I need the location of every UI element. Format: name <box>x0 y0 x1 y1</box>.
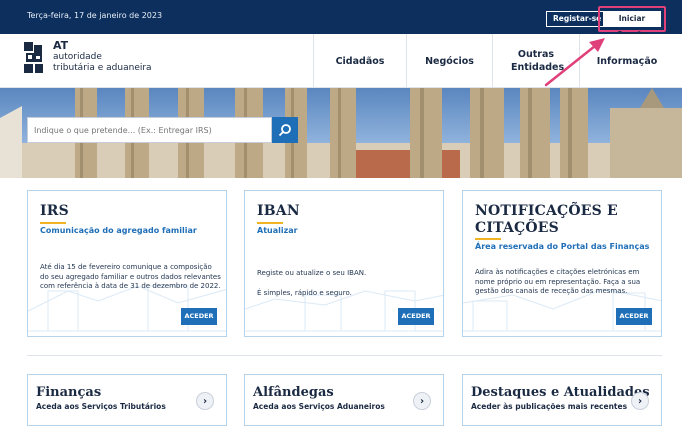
nav-item-outras-entidades[interactable]: Outras Entidades <box>492 34 579 88</box>
search-icon <box>278 124 291 137</box>
card-subtitle[interactable]: Comunicação do agregado familiar <box>40 226 197 235</box>
card-financas[interactable]: Finanças Aceda aos Serviços Tributários … <box>27 374 227 426</box>
card-irs: IRS Comunicação do agregado familiar Até… <box>27 190 227 337</box>
card-title: Destaques e Atualidades <box>471 385 650 400</box>
card-description: Adira às notificações e citações eletrón… <box>475 268 641 296</box>
logo-line-1[interactable]: autoridade <box>53 52 102 62</box>
card-subtitle: Aceda aos Serviços Aduaneiros <box>253 402 385 411</box>
logo-line-2[interactable]: tributária e aduaneira <box>53 63 152 73</box>
nav-label: Cidadãos <box>335 55 385 67</box>
card-subtitle[interactable]: Área reservada do Portal das Finanças <box>475 242 649 251</box>
search-button[interactable] <box>272 117 298 143</box>
card-subtitle: Aceder às publicações mais recentes <box>471 402 628 411</box>
nav-item-negocios[interactable]: Negócios <box>406 34 492 88</box>
nav-label: Informação <box>596 55 658 67</box>
title-underline <box>475 238 501 240</box>
search-input[interactable] <box>28 118 268 143</box>
card-subtitle: Aceda aos Serviços Tributários <box>36 402 166 411</box>
search-box <box>27 117 272 143</box>
title-underline <box>257 222 283 224</box>
card-alfandegas[interactable]: Alfândegas Aceda aos Serviços Aduaneiros… <box>244 374 444 426</box>
card-title: NOTIFICAÇÕES E CITAÇÕES <box>475 203 618 236</box>
aceder-button[interactable]: ACEDER <box>181 308 217 325</box>
aceder-button[interactable]: ACEDER <box>616 308 652 325</box>
title-underline <box>40 222 66 224</box>
card-subtitle[interactable]: Atualizar <box>257 226 298 235</box>
at-logo-icon[interactable] <box>24 42 44 74</box>
card-title: IBAN <box>257 203 300 219</box>
chevron-right-icon[interactable]: › <box>413 392 431 410</box>
nav-label: Negócios <box>425 55 474 67</box>
card-title: Finanças <box>36 385 102 400</box>
card-description: É simples, rápido e seguro. <box>257 289 352 297</box>
nav-item-informacao[interactable]: Informação <box>579 34 674 88</box>
aceder-button[interactable]: ACEDER <box>398 308 434 325</box>
card-description: Registe ou atualize o seu IBAN. <box>257 269 367 277</box>
login-button[interactable]: Iniciar Sessão <box>603 11 661 39</box>
card-destaques[interactable]: Destaques e Atualidades Aceder às public… <box>462 374 662 426</box>
card-title: Alfândegas <box>253 385 334 400</box>
chevron-right-icon[interactable]: › <box>196 392 214 410</box>
logo-at-text[interactable]: AT <box>53 40 68 51</box>
current-date: Terça-feira, 17 de janeiro de 2023 <box>27 11 163 20</box>
chevron-right-icon[interactable]: › <box>631 392 649 410</box>
nav-label: Outras Entidades <box>511 49 565 73</box>
nav-item-cidadaos[interactable]: Cidadãos <box>313 34 406 88</box>
section-divider <box>27 355 662 356</box>
card-iban: IBAN Atualizar Registe ou atualize o seu… <box>244 190 444 337</box>
card-description: Até dia 15 de fevereiro comunique a comp… <box>40 263 221 291</box>
card-notificacoes: NOTIFICAÇÕES E CITAÇÕES Área reservada d… <box>462 190 662 337</box>
card-title: IRS <box>40 203 69 219</box>
